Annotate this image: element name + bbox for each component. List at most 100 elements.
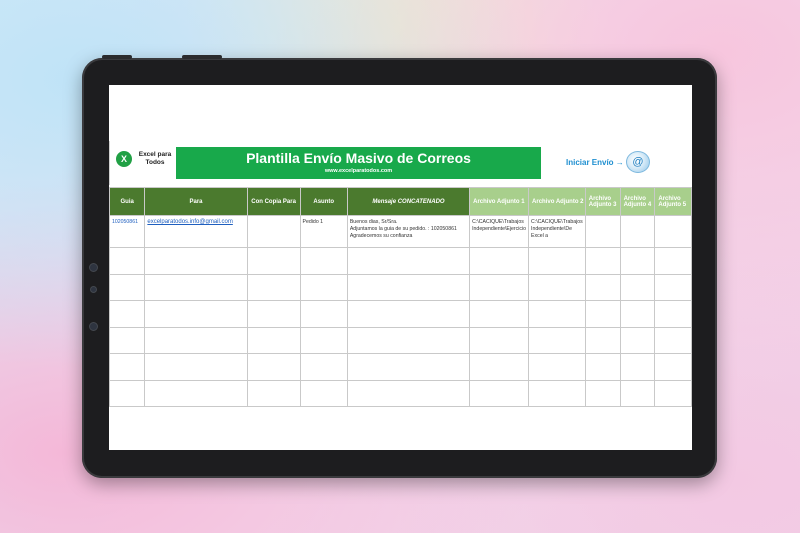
site-url: www.excelparatodos.com (324, 168, 393, 174)
empty-cell[interactable] (299, 353, 348, 381)
empty-cell[interactable] (346, 273, 471, 301)
empty-cell[interactable] (654, 300, 692, 328)
empty-cell[interactable] (584, 300, 621, 328)
empty-cell[interactable] (469, 353, 530, 381)
cell-adjunto-5[interactable] (654, 215, 692, 248)
empty-cell[interactable] (299, 379, 348, 407)
empty-cell[interactable] (346, 379, 471, 407)
table-row (109, 273, 692, 301)
empty-cell[interactable] (469, 379, 530, 407)
empty-cell[interactable] (346, 247, 471, 275)
empty-cell[interactable] (144, 379, 248, 407)
empty-cell[interactable] (528, 353, 586, 381)
table-row (109, 247, 692, 275)
empty-cell[interactable] (109, 247, 146, 275)
empty-cell[interactable] (654, 353, 692, 381)
cell-adjunto-2[interactable]: C:\CACIQUE\Trabajos Independiente\De Exc… (528, 215, 586, 248)
empty-cell[interactable] (469, 300, 530, 328)
message-line: Agradecemos su confianza (349, 232, 413, 239)
empty-cell[interactable] (144, 300, 248, 328)
cell-para[interactable]: excelparatodos.info@gmail.com (144, 215, 248, 248)
empty-cell[interactable] (528, 300, 586, 328)
empty-cell[interactable] (619, 379, 656, 407)
empty-cell[interactable] (246, 247, 301, 275)
empty-cell[interactable] (619, 273, 656, 301)
empty-cell[interactable] (246, 379, 301, 407)
empty-cell[interactable] (299, 300, 348, 328)
empty-cell[interactable] (619, 300, 656, 328)
tablet-camera (89, 263, 98, 272)
empty-cell[interactable] (584, 379, 621, 407)
empty-cell[interactable] (469, 273, 530, 301)
table-row: 102050861 excelparatodos.info@gmail.com … (109, 215, 692, 248)
empty-cell[interactable] (246, 353, 301, 381)
empty-cell[interactable] (528, 379, 586, 407)
empty-cell[interactable] (109, 379, 146, 407)
empty-cell[interactable] (469, 247, 530, 275)
empty-cell[interactable] (346, 353, 471, 381)
email-at-icon: @ (626, 151, 650, 173)
table-row (109, 353, 692, 381)
empty-cell[interactable] (109, 326, 146, 354)
table-row (109, 300, 692, 328)
empty-cell[interactable] (246, 273, 301, 301)
message-line: Buenos dias, Sr/Sra. (349, 219, 398, 225)
empty-cell[interactable] (584, 247, 621, 275)
tablet-sensor (89, 322, 98, 331)
table-row (109, 379, 692, 407)
empty-cell[interactable] (528, 273, 586, 301)
empty-cell[interactable] (346, 326, 471, 354)
empty-cell[interactable] (584, 326, 621, 354)
column-header-mensaje: Mensaje CONCATENADO (346, 187, 471, 216)
empty-cell[interactable] (109, 300, 146, 328)
column-header-guia: Guia (109, 187, 146, 216)
excel-logo-icon: X (116, 151, 132, 167)
empty-cell[interactable] (528, 326, 586, 354)
cell-adjunto-4[interactable] (619, 215, 656, 248)
empty-cell[interactable] (144, 353, 248, 381)
table-row (109, 326, 692, 354)
empty-cell[interactable] (346, 300, 471, 328)
empty-cell[interactable] (246, 326, 301, 354)
cell-mensaje[interactable]: Buenos dias, Sr/Sra. Adjuntamos la guia … (346, 215, 471, 248)
empty-cell[interactable] (299, 247, 348, 275)
column-header-adjunto-3: Archivo Adjunto 3 (584, 187, 621, 216)
empty-cell[interactable] (619, 326, 656, 354)
empty-cell[interactable] (246, 300, 301, 328)
cell-adjunto-1[interactable]: C:\CACIQUE\Trabajos Independiente\Ejerci… (469, 215, 530, 248)
tablet-hardware-button (102, 55, 132, 59)
empty-cell[interactable] (654, 326, 692, 354)
empty-cell[interactable] (528, 247, 586, 275)
empty-cell[interactable] (109, 273, 146, 301)
cell-adjunto-3[interactable] (584, 215, 621, 248)
empty-cell[interactable] (109, 353, 146, 381)
start-send-button[interactable]: Iniciar Envío → @ (564, 151, 654, 175)
email-link[interactable]: excelparatodos.info@gmail.com (147, 219, 232, 225)
empty-cell[interactable] (144, 247, 248, 275)
empty-cell[interactable] (299, 326, 348, 354)
mail-table: Guia Para Con Copia Para Asunto Mensaje … (109, 187, 692, 407)
column-header-asunto: Asunto (299, 187, 348, 216)
page-title: Plantilla Envío Masivo de Correos (246, 150, 471, 166)
column-header-adjunto-1: Archivo Adjunto 1 (469, 187, 530, 216)
start-send-label: Iniciar Envío → (566, 158, 624, 167)
empty-cell[interactable] (654, 379, 692, 407)
empty-cell[interactable] (654, 273, 692, 301)
column-header-para: Para (144, 187, 248, 216)
column-header-adjunto-5: Archivo Adjunto 5 (654, 187, 692, 216)
empty-cell[interactable] (144, 326, 248, 354)
column-header-adjunto-4: Archivo Adjunto 4 (619, 187, 656, 216)
empty-cell[interactable] (584, 273, 621, 301)
tablet-sensor (90, 286, 97, 293)
column-header-cc: Con Copia Para (246, 187, 301, 216)
cell-guia[interactable]: 102050861 (109, 215, 146, 248)
empty-cell[interactable] (144, 273, 248, 301)
empty-cell[interactable] (654, 247, 692, 275)
empty-cell[interactable] (619, 353, 656, 381)
empty-cell[interactable] (584, 353, 621, 381)
empty-cell[interactable] (299, 273, 348, 301)
cell-cc[interactable] (246, 215, 301, 248)
empty-cell[interactable] (469, 326, 530, 354)
cell-asunto[interactable]: Pedido 1 (299, 215, 348, 248)
empty-cell[interactable] (619, 247, 656, 275)
